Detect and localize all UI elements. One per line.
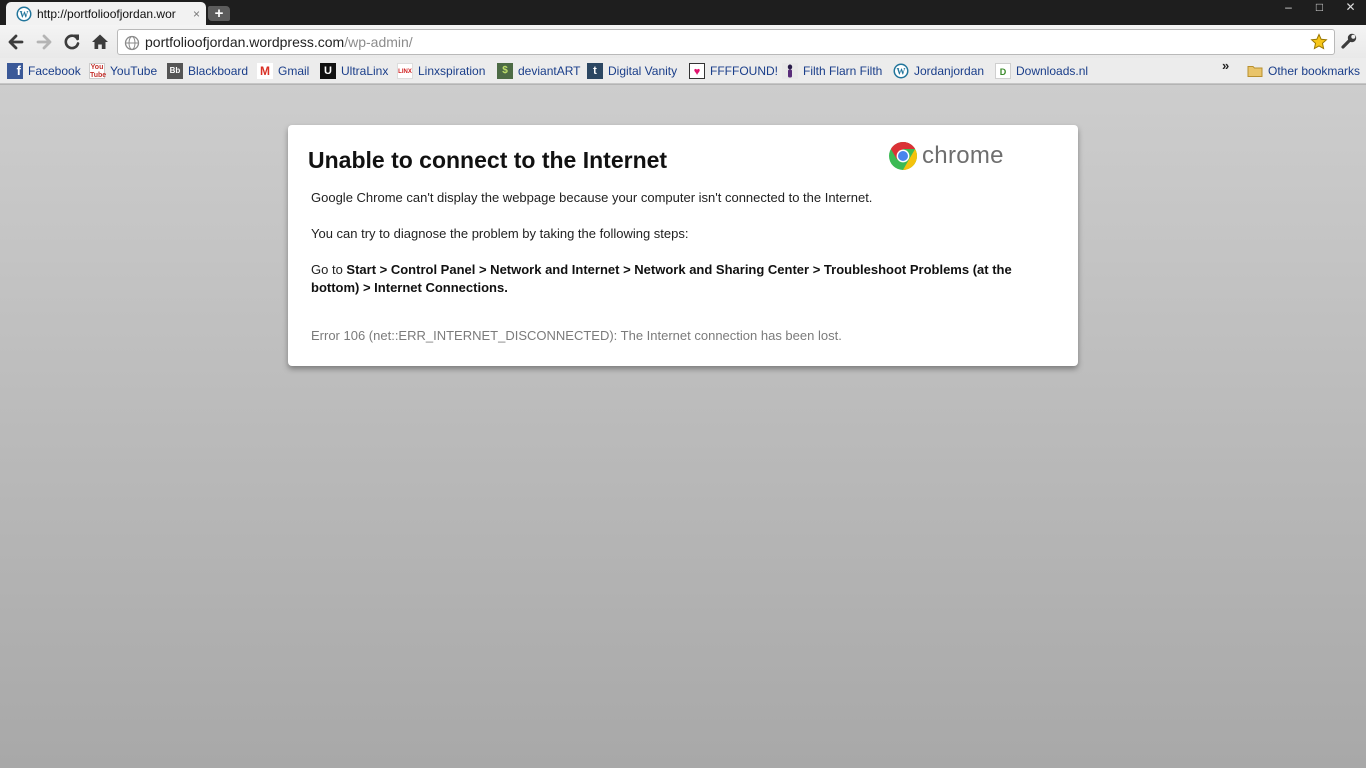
bookmark-deviantart[interactable]: $ deviantART <box>497 62 580 79</box>
bookmark-label: deviantART <box>518 63 581 78</box>
downloads-nl-icon: D <box>995 62 1011 79</box>
url-path: /wp-admin/ <box>344 34 413 50</box>
diagnose-intro: You can try to diagnose the problem by t… <box>311 226 689 241</box>
window-controls: – □ ✕ <box>1273 0 1366 18</box>
bookmark-label: Gmail <box>278 63 310 78</box>
other-bookmarks[interactable]: Other bookmarks <box>1247 62 1360 79</box>
tab-title: http://portfolioofjordan.wor <box>37 6 176 21</box>
bookmark-label: Linxspiration <box>418 63 486 78</box>
wrench-icon[interactable] <box>1340 32 1358 50</box>
tab-close-button[interactable]: × <box>193 7 200 21</box>
bookmark-digital-vanity[interactable]: t Digital Vanity <box>587 62 677 79</box>
bookmark-facebook[interactable]: f Facebook <box>7 62 81 79</box>
active-tab[interactable]: W http://portfolioofjordan.wor × <box>6 2 206 25</box>
bookmark-downloads-nl[interactable]: D Downloads.nl <box>995 62 1088 79</box>
bookmarks-bar: f Facebook You Tube YouTube Bb Blackboard… <box>0 58 1366 84</box>
forward-icon[interactable] <box>33 31 55 53</box>
bookmark-ffffound[interactable]: ♥ FFFFOUND! <box>689 62 778 79</box>
deviantart-icon: $ <box>497 62 513 79</box>
bookmark-label: Filth Flarn Filth <box>803 63 883 78</box>
wordpress-icon: W <box>893 63 909 78</box>
bookmark-jordanjordan[interactable]: W Jordanjordan <box>893 62 984 79</box>
title-bar: W http://portfolioofjordan.wor × + – □ ✕ <box>0 0 1366 25</box>
folder-icon <box>1247 65 1263 77</box>
new-tab-button[interactable]: + <box>208 6 230 21</box>
bookmark-ultralinx[interactable]: U UltraLinx <box>320 62 388 79</box>
filth-flarn-filth-icon <box>782 62 798 79</box>
maximize-button[interactable]: □ <box>1304 0 1335 17</box>
back-icon[interactable] <box>5 31 27 53</box>
bookmark-label: Downloads.nl <box>1016 63 1089 78</box>
blackboard-icon: Bb <box>167 62 183 79</box>
chrome-logo: chrome <box>888 141 1004 171</box>
steps-prefix: Go to <box>311 262 347 277</box>
gmail-icon: M <box>257 62 273 79</box>
bookmark-label: YouTube <box>110 63 158 78</box>
bookmark-label: UltraLinx <box>341 63 389 78</box>
error-card: Unable to connect to the Internet chrome… <box>288 125 1078 366</box>
page-content: Unable to connect to the Internet chrome… <box>0 85 1366 768</box>
linxspiration-icon: LINX <box>397 62 413 79</box>
svg-text:W: W <box>897 66 906 76</box>
error-code: Error 106 (net::ERR_INTERNET_DISCONNECTE… <box>311 328 842 343</box>
bookmarks-overflow-chevron[interactable]: » <box>1222 58 1229 73</box>
minimize-button[interactable]: – <box>1273 0 1304 17</box>
bookmark-label: Jordanjordan <box>914 63 985 78</box>
url-host: portfolioofjordan.wordpress.com <box>145 34 345 50</box>
steps-path: Start > Control Panel > Network and Inte… <box>311 262 1012 295</box>
bookmark-label: Digital Vanity <box>608 63 678 78</box>
other-bookmarks-label: Other bookmarks <box>1268 63 1361 78</box>
chrome-icon <box>889 142 917 170</box>
url-text: portfolioofjordan.wordpress.com/wp-admin… <box>145 34 413 50</box>
bookmark-linxspiration[interactable]: LINX Linxspiration <box>397 62 485 79</box>
bookmark-label: Blackboard <box>188 63 249 78</box>
diagnose-steps: Go to Start > Control Panel > Network an… <box>311 261 1051 297</box>
home-icon[interactable] <box>89 31 111 53</box>
bookmark-label: Facebook <box>28 63 81 78</box>
bookmark-blackboard[interactable]: Bb Blackboard <box>167 62 248 79</box>
close-window-button[interactable]: ✕ <box>1335 0 1366 17</box>
wordpress-icon: W <box>16 6 32 21</box>
svg-text:W: W <box>20 9 29 19</box>
chrome-wordmark: chrome <box>922 142 1004 169</box>
error-description: Google Chrome can't display the webpage … <box>311 190 873 205</box>
youtube-icon: You Tube <box>89 62 107 79</box>
bookmark-star-icon[interactable] <box>1310 33 1328 51</box>
toolbar: portfolioofjordan.wordpress.com/wp-admin… <box>0 25 1366 58</box>
bookmark-youtube[interactable]: You Tube YouTube <box>89 62 157 79</box>
bookmark-gmail[interactable]: M Gmail <box>257 62 309 79</box>
reload-icon[interactable] <box>61 31 83 53</box>
ffffound-icon: ♥ <box>689 62 705 79</box>
address-bar[interactable]: portfolioofjordan.wordpress.com/wp-admin… <box>117 29 1335 55</box>
tumblr-icon: t <box>587 62 603 79</box>
ultralinx-icon: U <box>320 62 336 79</box>
globe-icon <box>124 35 140 51</box>
facebook-icon: f <box>7 62 23 79</box>
error-title: Unable to connect to the Internet <box>308 147 668 173</box>
bookmark-label: FFFFOUND! <box>710 63 778 78</box>
bookmark-filth-flarn-filth[interactable]: Filth Flarn Filth <box>782 62 882 79</box>
